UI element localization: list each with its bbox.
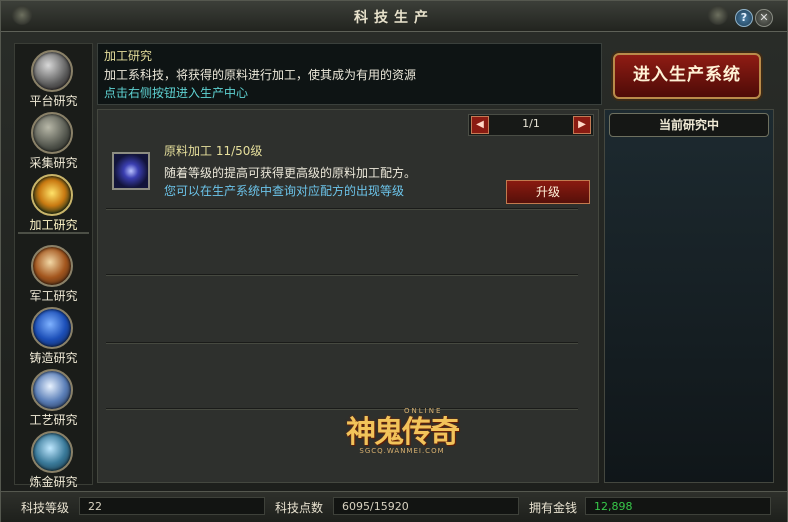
- sidebar-item-label: 平台研究: [29, 94, 78, 108]
- sidebar-item-label: 铸造研究: [29, 351, 78, 365]
- sidebar-item-military[interactable]: 军工研究: [15, 241, 92, 303]
- pickaxe-icon: [31, 112, 73, 154]
- page-indicator: 1/1: [522, 117, 540, 130]
- tech-level-value: 22: [79, 497, 265, 515]
- next-page-button[interactable]: ▶: [573, 116, 591, 134]
- money-value: 12,898: [585, 497, 771, 515]
- sidebar-item-label: 工艺研究: [29, 413, 78, 427]
- row-divider: [106, 274, 578, 276]
- help-icon[interactable]: ?: [735, 9, 753, 27]
- close-icon[interactable]: ✕: [755, 9, 773, 27]
- sidebar-item-alchemy[interactable]: 炼金研究: [15, 427, 92, 489]
- row-divider: [106, 208, 578, 210]
- current-research-panel: 当前研究中: [604, 109, 774, 483]
- sidebar-item-processing[interactable]: 加工研究: [15, 170, 92, 232]
- money-label: 拥有金钱: [529, 501, 578, 515]
- crystal-icon: [31, 369, 73, 411]
- logo-online-text: ONLINE: [404, 407, 443, 415]
- info-title: 加工研究: [104, 49, 153, 63]
- sidebar-item-label: 军工研究: [29, 289, 78, 303]
- sidebar-item-gathering[interactable]: 采集研究: [15, 108, 92, 170]
- sidebar-item-label: 加工研究: [29, 218, 78, 232]
- shield-icon: [31, 307, 73, 349]
- sidebar-item-platform[interactable]: 平台研究: [15, 46, 92, 108]
- research-list-panel: ◀ 1/1 ▶ 原料加工 11/50级 随着等级的提高可获得更高级的原料加工配方…: [97, 109, 599, 483]
- sidebar-item-label: 炼金研究: [29, 475, 78, 489]
- row-divider: [106, 342, 578, 344]
- enter-production-button[interactable]: 进入生产系统: [613, 53, 761, 99]
- tech-points-label: 科技点数: [275, 501, 324, 515]
- tech-production-window: 科技生产 ? ✕ 平台研究 采集研究 加工研究 军工研究 铸造研究 工艺研究 炼…: [0, 0, 788, 522]
- sidebar-item-label: 采集研究: [29, 156, 78, 170]
- sidebar-item-casting[interactable]: 铸造研究: [15, 303, 92, 365]
- upgrade-button[interactable]: 升级: [506, 180, 590, 204]
- window-title: 科技生产: [354, 10, 434, 26]
- sword-icon: [31, 245, 73, 287]
- research-info-panel: 加工研究 加工系科技，将获得的原料进行加工，使其成为有用的资源 点击右侧按钮进入…: [97, 43, 602, 105]
- entry-description: 随着等级的提高可获得更高级的原料加工配方。: [164, 166, 417, 180]
- current-research-header: 当前研究中: [609, 113, 769, 137]
- logo-main-text: 神鬼传奇: [346, 415, 460, 450]
- info-hint: 点击右侧按钮进入生产中心: [104, 86, 249, 100]
- tech-points-value: 6095/15920: [333, 497, 519, 515]
- research-sidebar: 平台研究 采集研究 加工研究 军工研究 铸造研究 工艺研究 炼金研究: [14, 43, 93, 489]
- entry-hint: 您可以在生产系统中查询对应配方的出现等级: [164, 184, 405, 198]
- prev-page-button[interactable]: ◀: [471, 116, 489, 134]
- anvil-icon: [31, 50, 73, 92]
- title-bar[interactable]: 科技生产 ? ✕: [1, 1, 787, 32]
- status-bar: 科技等级 22 科技点数 6095/15920 拥有金钱 12,898: [1, 491, 787, 522]
- sidebar-divider: [18, 232, 89, 234]
- pager: ◀ 1/1 ▶: [468, 114, 594, 136]
- furnace-icon: [31, 174, 73, 216]
- game-logo: ONLINE 神鬼传奇 SGCQ.WANMEI.COM: [334, 407, 470, 465]
- sidebar-item-craft[interactable]: 工艺研究: [15, 365, 92, 427]
- vortex-icon[interactable]: [112, 152, 150, 190]
- entry-name: 原料加工 11/50级: [164, 144, 263, 158]
- info-description: 加工系科技，将获得的原料进行加工，使其成为有用的资源: [104, 68, 417, 82]
- tech-level-label: 科技等级: [21, 501, 70, 515]
- alchemy-flask-icon: [31, 431, 73, 473]
